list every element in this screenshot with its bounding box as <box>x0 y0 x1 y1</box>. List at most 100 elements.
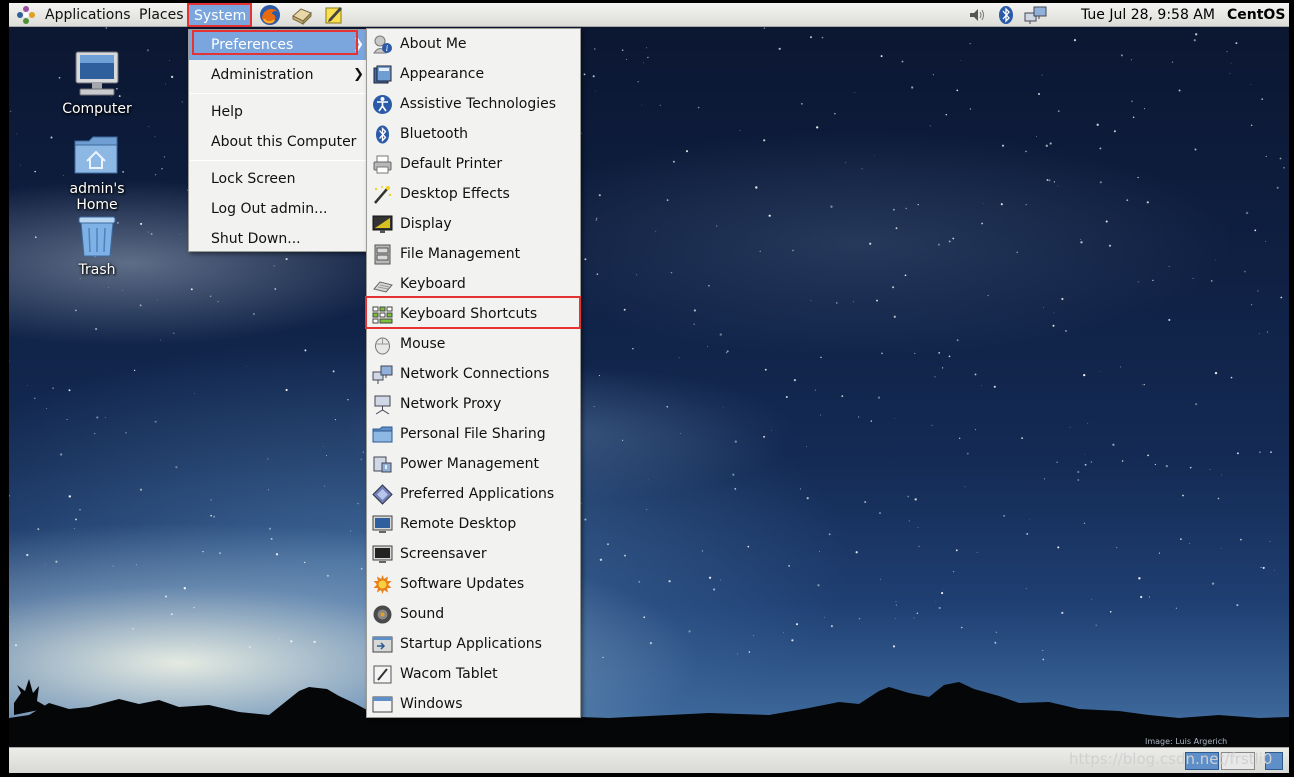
preferences-submenu: i About Me Appearance Assistive Technolo… <box>366 28 581 718</box>
desktop-icon-home[interactable]: admin's Home <box>47 131 147 213</box>
menu-item-about-this-computer[interactable]: About this Computer <box>189 127 367 157</box>
pref-item-windows[interactable]: Windows <box>367 689 580 719</box>
display-icon <box>372 215 393 233</box>
keyboard-icon <box>373 281 393 293</box>
svg-text:i: i <box>386 44 389 53</box>
wacom-tablet-icon <box>373 665 392 684</box>
desktop-effects-icon <box>374 186 392 204</box>
pref-item-default-printer[interactable]: Default Printer <box>367 149 580 179</box>
pref-item-label: Assistive Technologies <box>400 96 557 112</box>
menu-item-administration[interactable]: Administration ❯ <box>189 60 367 90</box>
pref-item-label: Preferred Applications <box>400 486 555 502</box>
desktop-icon-label: admin's Home <box>69 181 125 213</box>
sound-icon <box>373 605 392 624</box>
pref-item-remote-desktop[interactable]: Remote Desktop <box>367 509 580 539</box>
file-sharing-icon <box>372 426 393 443</box>
pref-item-network-connections[interactable]: Network Connections <box>367 359 580 389</box>
accessibility-icon <box>373 95 392 114</box>
pref-item-startup-applications[interactable]: Startup Applications <box>367 629 580 659</box>
top-panel: Applications Places System Tue Jul 28, 9… <box>9 3 1289 27</box>
desktop-icon-computer[interactable]: Computer <box>47 49 147 117</box>
startup-applications-icon <box>372 636 393 653</box>
menu-item-label: Administration <box>211 67 314 83</box>
annotation-box-keyboard-shortcuts <box>365 296 581 329</box>
preferred-applications-icon <box>372 484 393 505</box>
pref-item-about-me[interactable]: i About Me <box>367 29 580 59</box>
applications-menu-icon <box>17 6 35 24</box>
annotation-box-preferences <box>192 30 358 55</box>
pref-item-software-updates[interactable]: Software Updates <box>367 569 580 599</box>
menu-item-label: Help <box>211 104 243 120</box>
firefox-icon[interactable] <box>259 4 281 26</box>
appearance-icon <box>373 65 392 84</box>
clock[interactable]: Tue Jul 28, 9:58 AM <box>1081 3 1215 27</box>
pref-item-mouse[interactable]: Mouse <box>367 329 580 359</box>
mouse-icon <box>375 337 390 355</box>
system-menu: Preferences ❯ Administration ❯ Help Abou… <box>188 29 368 252</box>
notes-icon[interactable] <box>323 4 345 26</box>
pref-item-display[interactable]: Display <box>367 209 580 239</box>
desktop-icon-label: Trash <box>78 262 116 278</box>
pref-item-network-proxy[interactable]: Network Proxy <box>367 389 580 419</box>
file-management-icon <box>374 244 391 265</box>
menu-item-label: Shut Down... <box>211 231 301 247</box>
pref-item-keyboard[interactable]: Keyboard <box>367 269 580 299</box>
submenu-arrow-icon: ❯ <box>353 67 364 82</box>
desktop[interactable]: Computer admin's Home Trash Applications… <box>9 3 1289 773</box>
menu-item-lock-screen[interactable]: Lock Screen <box>189 164 367 194</box>
pref-item-label: Personal File Sharing <box>400 426 546 442</box>
pref-item-label: About Me <box>400 36 467 52</box>
power-management-icon <box>373 456 392 473</box>
menu-item-help[interactable]: Help <box>189 97 367 127</box>
menu-item-label: Log Out admin... <box>211 201 328 217</box>
pref-item-wacom-tablet[interactable]: Wacom Tablet <box>367 659 580 689</box>
pref-item-label: Wacom Tablet <box>400 666 498 682</box>
pref-item-label: Power Management <box>400 456 540 472</box>
pref-item-label: Bluetooth <box>400 126 468 142</box>
mail-client-icon[interactable] <box>291 4 313 26</box>
trash-icon <box>78 216 116 257</box>
network-connections-icon <box>372 365 393 384</box>
menu-separator <box>190 160 366 161</box>
pref-item-screensaver[interactable]: Screensaver <box>367 539 580 569</box>
pref-item-bluetooth[interactable]: Bluetooth <box>367 119 580 149</box>
home-folder-icon <box>74 136 118 174</box>
bluetooth-icon[interactable] <box>996 5 1016 25</box>
pref-item-file-management[interactable]: File Management <box>367 239 580 269</box>
pref-item-label: Keyboard <box>400 276 466 292</box>
pref-item-label: Network Connections <box>400 366 550 382</box>
pref-item-personal-file-sharing[interactable]: Personal File Sharing <box>367 419 580 449</box>
menu-places[interactable]: Places <box>134 4 189 26</box>
annotation-box-system <box>187 3 252 27</box>
computer-icon <box>75 51 119 96</box>
network-proxy-icon <box>374 395 391 415</box>
network-icon[interactable] <box>1024 5 1048 25</box>
printer-icon <box>373 155 392 174</box>
pref-item-label: Appearance <box>400 66 485 82</box>
watermark-text: https://blog.csdn.net/frstli0 <box>1069 750 1273 768</box>
menu-separator <box>190 93 366 94</box>
pref-item-appearance[interactable]: Appearance <box>367 59 580 89</box>
pref-item-label: File Management <box>400 246 521 262</box>
pref-item-sound[interactable]: Sound <box>367 599 580 629</box>
pref-item-label: Screensaver <box>400 546 487 562</box>
pref-item-label: Software Updates <box>400 576 525 592</box>
menu-item-log-out[interactable]: Log Out admin... <box>189 194 367 224</box>
pref-item-label: Mouse <box>400 336 446 352</box>
pref-item-preferred-applications[interactable]: Preferred Applications <box>367 479 580 509</box>
software-updates-icon <box>373 575 392 594</box>
pref-item-label: Network Proxy <box>400 396 502 412</box>
volume-icon[interactable] <box>967 5 987 25</box>
pref-item-label: Startup Applications <box>400 636 542 652</box>
brand-label: CentOS <box>1227 7 1286 23</box>
menu-item-shut-down[interactable]: Shut Down... <box>189 224 367 254</box>
desktop-icon-trash[interactable]: Trash <box>47 212 147 278</box>
menu-applications[interactable]: Applications <box>40 4 136 26</box>
pref-item-label: Windows <box>400 696 463 712</box>
pref-item-label: Remote Desktop <box>400 516 517 532</box>
pref-item-assistive-technologies[interactable]: Assistive Technologies <box>367 89 580 119</box>
pref-item-power-management[interactable]: Power Management <box>367 449 580 479</box>
wallpaper-credit: Image: Luis Argerich <box>1145 737 1228 746</box>
menu-item-label: Lock Screen <box>211 171 296 187</box>
pref-item-desktop-effects[interactable]: Desktop Effects <box>367 179 580 209</box>
